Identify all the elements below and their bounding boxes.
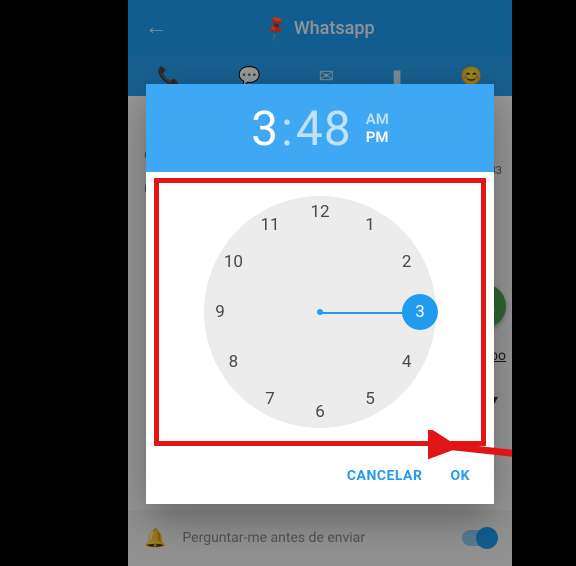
letterbox-right [512,0,576,566]
clock-number-8[interactable]: 8 [219,348,247,376]
clock-number-5[interactable]: 5 [356,385,384,413]
clock-face[interactable]: 12 12 3 45678 9 10 11 [204,196,436,428]
time-picker-dialog: 3 : 48 AM PM 12 12 3 45678 9 10 11 CANCELAR OK [146,84,494,504]
clock-number-4[interactable]: 4 [393,348,421,376]
dialog-actions: CANCELAR OK [146,452,494,504]
clock-number-11[interactable]: 11 [256,211,284,239]
clock-number-12[interactable]: 12 [306,198,334,226]
letterbox-left [0,0,128,566]
clock-number-9[interactable]: 9 [206,298,234,326]
clock-number-10[interactable]: 10 [219,248,247,276]
clock-selected-hour[interactable]: 3 [402,294,438,330]
cancel-button[interactable]: CANCELAR [347,468,423,484]
clock-area: 12 12 3 45678 9 10 11 [146,172,494,452]
clock-number-7[interactable]: 7 [256,385,284,413]
hour-display[interactable]: 3 [251,100,279,157]
ok-button[interactable]: OK [450,468,470,484]
clock-number-2[interactable]: 2 [393,248,421,276]
time-display: 3 : 48 [251,100,352,157]
time-picker-header: 3 : 48 AM PM [146,84,494,172]
clock-center-dot [317,309,323,315]
phone-screen: ← 📌Whatsapp 📞 💬 ✉ ▮ 😊 👤 1783 O m 📎 tempo… [128,0,512,566]
pm-option[interactable]: PM [366,128,389,146]
clock-hand [320,312,404,314]
minute-display[interactable]: 48 [296,100,352,157]
clock-number-1[interactable]: 1 [356,211,384,239]
time-colon: : [279,100,296,157]
clock-number-6[interactable]: 6 [306,398,334,426]
am-option[interactable]: AM [366,110,389,128]
ampm-toggle: AM PM [366,110,389,146]
